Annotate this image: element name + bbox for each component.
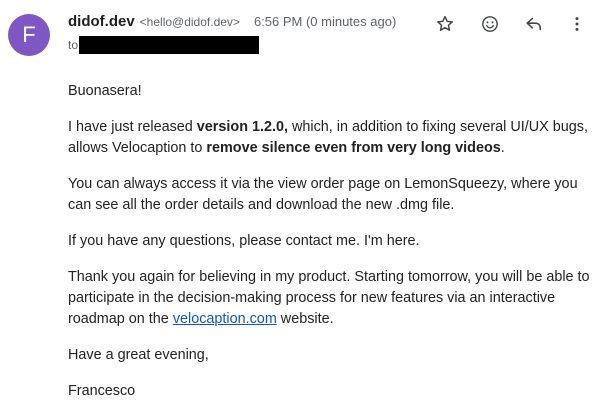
message-body: Buonasera! I have just released version … [68, 81, 594, 414]
reply-button[interactable] [521, 11, 547, 37]
release-text-end: . [500, 140, 505, 156]
greeting: Buonasera! [68, 83, 142, 99]
paragraph-questions: If you have any questions, please contac… [68, 233, 420, 249]
star-icon [437, 15, 453, 31]
closing: Have a great evening, [68, 347, 209, 363]
thanks-text-end: website. [276, 311, 334, 327]
message-timestamp: 6:56 PM (0 minutes ago) [253, 14, 397, 29]
more-options-button[interactable] [564, 11, 590, 37]
star-button[interactable] [432, 11, 458, 37]
paragraph-access: You can always access it via the view or… [68, 176, 578, 213]
release-text-start: I have just released [68, 119, 197, 135]
add-reaction-button[interactable] [477, 11, 503, 37]
feature-highlight: remove silence even from very long video… [206, 140, 501, 156]
sender-avatar[interactable]: F [8, 14, 50, 56]
emoji-reaction-icon [482, 16, 498, 32]
sender-name[interactable]: didof.dev [68, 13, 135, 30]
recipient-redacted[interactable] [79, 36, 260, 54]
paragraph-thanks: Thank you again for believing in my prod… [68, 267, 594, 330]
version-number: version 1.2.0, [196, 119, 288, 135]
signature: Francesco [68, 383, 136, 399]
sender-email: <hello@didof.dev> [139, 15, 240, 29]
paragraph-release: I have just released version 1.2.0, whic… [68, 117, 594, 159]
more-vert-icon [575, 17, 579, 31]
to-label: to [68, 38, 79, 52]
velocaption-link[interactable]: velocaption.com [173, 311, 277, 327]
recipients-line: to [68, 36, 260, 54]
sender-header: didof.dev <hello@didof.dev> 6:56 PM (0 m… [68, 13, 396, 30]
reply-icon [526, 17, 542, 31]
